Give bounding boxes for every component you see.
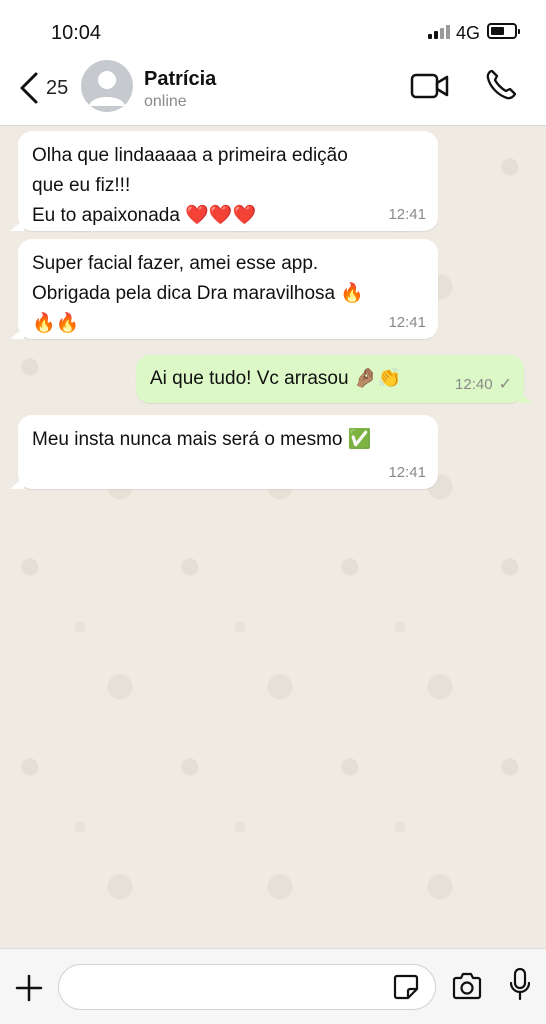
message-text: Super facial fazer, amei esse app. Obrig… [32,253,365,334]
message-bubble-incoming[interactable]: Super facial fazer, amei esse app. Obrig… [10,239,438,339]
message-bubble-incoming[interactable]: Meu insta nunca mais será o mesmo ✅ 12:4… [10,415,438,489]
message-time: 12:40 ✓ [455,377,512,393]
message-time: 12:41 [388,314,426,331]
message-time: 12:41 [388,464,426,481]
message-text: Meu insta nunca mais será o mesmo ✅ [32,429,372,450]
composer-bar [0,948,546,1024]
message-bubble-outgoing[interactable]: Ai que tudo! Vc arrasou 🤌🏽👏 12:40 ✓ [136,355,532,403]
avatar[interactable] [81,60,133,112]
battery-icon [487,23,520,39]
camera-icon[interactable] [451,971,483,1001]
plus-icon[interactable] [12,971,46,1005]
phone-icon[interactable] [484,68,518,102]
contact-name[interactable]: Patrícia [144,68,216,91]
chat-area[interactable]: Olha que lindaaaaa a primeira edição que… [0,127,546,947]
sticker-icon[interactable] [392,973,420,1001]
contact-status: online [144,93,187,110]
message-time: 12:41 [388,206,426,223]
avatar-placeholder-icon [89,71,125,106]
network-type: 4G [456,23,481,43]
status-time: 10:04 [51,22,102,44]
signal-strength-icon [428,25,454,39]
message-text: Olha que lindaaaaa a primeira edição que… [32,145,348,226]
message-input[interactable] [58,964,436,1010]
back-button[interactable]: 25 [18,68,78,108]
chat-header: 25 Patrícia online [0,58,546,126]
message-bubble-incoming[interactable]: Olha que lindaaaaa a primeira edição que… [10,131,438,231]
microphone-icon[interactable] [508,967,532,1003]
chevron-left-icon [20,72,38,104]
message-time-label: 12:40 [455,376,493,393]
status-bar: 10:04 4G [0,0,546,58]
video-camera-icon[interactable] [410,72,450,100]
single-check-icon: ✓ [498,376,512,393]
unread-count: 25 [46,76,69,99]
